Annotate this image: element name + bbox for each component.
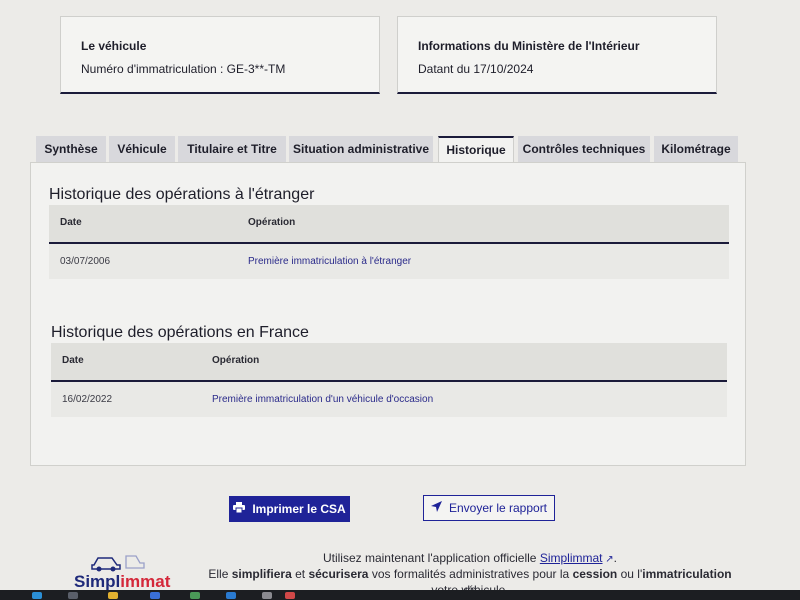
promo-text: Elle: [208, 567, 232, 581]
tab-vehicule[interactable]: Véhicule: [109, 136, 175, 162]
table-header: Date Opération: [51, 343, 727, 382]
row-date: 16/02/2022: [62, 394, 113, 405]
tab-historique[interactable]: Historique: [438, 136, 514, 163]
promo-text: vos formalités administratives pour la: [368, 567, 573, 581]
vehicle-plate: Numéro d'immatriculation : GE-3**-TM: [81, 62, 286, 76]
row-operation: Première immatriculation d'un véhicule d…: [212, 394, 434, 405]
app-icon[interactable]: [226, 592, 236, 599]
tab-situation-administrative[interactable]: Situation administrative: [289, 136, 433, 162]
send-icon: [430, 501, 442, 515]
column-header-operation: Opération: [248, 217, 296, 228]
history-france-table: Date Opération 16/02/2022 Première immat…: [51, 343, 727, 417]
promo-text-end: .: [613, 551, 618, 565]
logo-text-a: Simpl: [74, 572, 121, 591]
tab-titulaire-et-titre[interactable]: Titulaire et Titre: [178, 136, 286, 162]
app-icon[interactable]: [108, 592, 118, 599]
column-header-date: Date: [60, 217, 82, 228]
promo-text: et: [291, 567, 309, 581]
row-operation: Première immatriculation à l'étranger: [248, 256, 412, 267]
tab-kilometrage[interactable]: Kilométrage: [654, 136, 738, 162]
app-icon[interactable]: [262, 592, 272, 599]
ministry-card: Informations du Ministère de l'Intérieur…: [397, 16, 717, 94]
table-header: Date Opération: [49, 205, 729, 244]
history-abroad-table: Date Opération 03/07/2006 Première immat…: [49, 205, 729, 279]
simplimmat-link[interactable]: Simplimmat: [540, 551, 603, 565]
print-csa-button[interactable]: Imprimer le CSA: [229, 496, 350, 522]
car-icon: [91, 555, 145, 572]
history-france-heading: Historique des opérations en France: [51, 324, 309, 341]
vehicle-card: Le véhicule Numéro d'immatriculation : G…: [60, 16, 380, 94]
promo-bold-simplifiera: simplifiera: [231, 567, 292, 581]
print-csa-label: Imprimer le CSA: [252, 502, 346, 516]
column-header-date: Date: [62, 355, 84, 366]
promo-bold-securisera: sécurisera: [308, 567, 369, 581]
os-taskbar: [0, 590, 800, 600]
tab-bar: Synthèse Véhicule Titulaire et Titre Sit…: [36, 136, 740, 163]
app-icon[interactable]: [150, 592, 160, 599]
tab-synthese[interactable]: Synthèse: [36, 136, 106, 162]
row-date: 03/07/2006: [60, 256, 111, 267]
send-report-button[interactable]: Envoyer le rapport: [423, 495, 555, 521]
external-link-icon: ↗: [602, 554, 614, 565]
column-header-operation: Opération: [212, 355, 260, 366]
app-icon[interactable]: [190, 592, 200, 599]
app-icon[interactable]: [285, 592, 295, 599]
ministry-card-title: Informations du Ministère de l'Intérieur: [418, 39, 640, 53]
tab-controles-techniques[interactable]: Contrôles techniques: [518, 136, 650, 162]
printer-icon: [233, 502, 246, 516]
vehicle-card-title: Le véhicule: [81, 39, 147, 53]
app-icon[interactable]: [32, 592, 42, 599]
ministry-date: Datant du 17/10/2024: [418, 62, 534, 76]
promo-text: Utilisez maintenant l'application offici…: [322, 551, 540, 565]
history-panel: Historique des opérations à l'étranger D…: [30, 162, 746, 466]
logo-text-b: immat: [120, 572, 171, 591]
send-report-label: Envoyer le rapport: [448, 501, 548, 515]
simplimmat-logo: Simplimmat: [62, 550, 182, 592]
promo-bold-cession: cession: [572, 567, 618, 581]
promo-bold-immatriculation: immatriculation: [642, 567, 732, 581]
app-icon[interactable]: [68, 592, 78, 599]
promo-text: ou l': [617, 567, 643, 581]
history-abroad-heading: Historique des opérations à l'étranger: [49, 186, 315, 203]
